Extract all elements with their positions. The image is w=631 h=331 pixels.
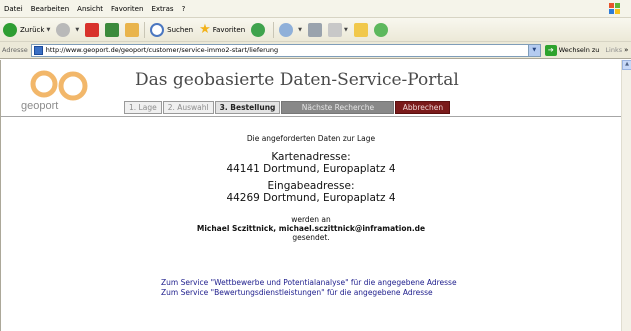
home-icon bbox=[125, 22, 140, 37]
refresh-icon bbox=[105, 22, 120, 37]
chevron-down-icon[interactable]: ▼ bbox=[298, 27, 302, 33]
scrollbar[interactable]: ▲ bbox=[621, 60, 631, 331]
messenger-button[interactable] bbox=[371, 19, 394, 41]
search-label: Suchen bbox=[167, 25, 194, 34]
stop-icon bbox=[85, 22, 100, 37]
menu-ansicht[interactable]: Ansicht bbox=[73, 5, 107, 13]
address-input[interactable]: http://www.geoport.de/geoport/customer/s… bbox=[30, 43, 541, 57]
geoport-logo[interactable]: geoport bbox=[17, 66, 107, 116]
mail-icon bbox=[279, 22, 294, 37]
messenger-icon bbox=[373, 22, 388, 37]
chevron-right-icon[interactable]: » bbox=[624, 46, 628, 54]
toolbar: Zurück ▼ ▼ Suchen ★ Favoriten ▼ ▼ bbox=[0, 18, 631, 42]
go-button[interactable]: ➔ Wechseln zu bbox=[544, 44, 600, 56]
browser-window: Datei Bearbeiten Ansicht Favoriten Extra… bbox=[0, 0, 631, 331]
home-button[interactable] bbox=[122, 19, 142, 41]
address-url[interactable]: http://www.geoport.de/geoport/customer/s… bbox=[46, 46, 278, 54]
address-bar: Adresse http://www.geoport.de/geoport/cu… bbox=[0, 42, 631, 59]
folder-icon bbox=[353, 22, 368, 37]
links-button[interactable]: Links bbox=[605, 46, 622, 54]
go-label: Wechseln zu bbox=[558, 46, 600, 54]
divider bbox=[144, 21, 146, 38]
refresh-button[interactable] bbox=[102, 19, 122, 41]
address-label: Adresse bbox=[2, 46, 28, 54]
back-label: Zurück bbox=[20, 25, 45, 34]
search-icon bbox=[150, 22, 165, 37]
folder-button[interactable] bbox=[351, 19, 371, 41]
go-arrow-icon: ➔ bbox=[544, 44, 557, 56]
next-search-button[interactable]: Nächste Recherche bbox=[281, 101, 395, 114]
input-address-label: Eingabeadresse: bbox=[267, 180, 355, 192]
page-title: Das geobasierte Daten-Service-Portal bbox=[135, 70, 459, 90]
mail-button[interactable]: ▼ bbox=[276, 19, 305, 41]
favorites-label: Favoriten bbox=[212, 25, 246, 34]
intro-text: Die angeforderten Daten zur Lage bbox=[246, 134, 376, 143]
back-button[interactable]: Zurück ▼ bbox=[0, 19, 53, 41]
star-icon: ★ bbox=[199, 22, 211, 37]
print-button[interactable] bbox=[305, 19, 325, 41]
cancel-button[interactable]: Abbrechen bbox=[395, 101, 451, 114]
page-content: geoport Das geobasierte Daten-Service-Po… bbox=[0, 60, 621, 331]
menu-favoriten[interactable]: Favoriten bbox=[107, 5, 147, 13]
recipient: Michael Sczittnick, michael.sczittnick@i… bbox=[196, 224, 426, 233]
divider bbox=[273, 21, 275, 38]
page-icon bbox=[33, 45, 43, 55]
input-address-value: 44269 Dortmund, Europaplatz 4 bbox=[226, 192, 396, 204]
windows-logo-icon bbox=[609, 3, 620, 14]
sent-text: gesendet. bbox=[292, 233, 330, 242]
favorites-button[interactable]: ★ Favoriten bbox=[196, 19, 248, 41]
edit-icon bbox=[328, 22, 343, 37]
menu-bearbeiten[interactable]: Bearbeiten bbox=[27, 5, 73, 13]
menu-extras[interactable]: Extras bbox=[147, 5, 177, 13]
history-icon bbox=[251, 22, 266, 37]
forward-arrow-icon bbox=[56, 22, 71, 37]
back-arrow-icon bbox=[3, 22, 17, 37]
menu-help[interactable]: ? bbox=[178, 5, 190, 13]
chevron-up-icon[interactable]: ▲ bbox=[622, 60, 631, 70]
map-address-label: Kartenadresse: bbox=[271, 151, 351, 163]
history-button[interactable] bbox=[248, 19, 271, 41]
chevron-down-icon[interactable]: ▼ bbox=[344, 27, 348, 33]
sent-to-text: werden an bbox=[291, 215, 331, 224]
chevron-down-icon[interactable]: ▼ bbox=[46, 27, 50, 33]
forward-button[interactable]: ▼ bbox=[53, 19, 82, 41]
menu-bar: Datei Bearbeiten Ansicht Favoriten Extra… bbox=[0, 0, 631, 18]
logo-text: geoport bbox=[21, 100, 58, 112]
chevron-down-icon[interactable]: ▼ bbox=[75, 27, 79, 33]
edit-button[interactable]: ▼ bbox=[325, 19, 351, 41]
divider bbox=[1, 116, 621, 117]
menu-datei[interactable]: Datei bbox=[0, 5, 27, 13]
service-link-bewertung[interactable]: Zum Service "Bewertungsdienstleistungen"… bbox=[161, 288, 457, 298]
tab-lage[interactable]: 1. Lage bbox=[124, 101, 162, 114]
print-icon bbox=[308, 22, 323, 37]
tab-bestellung[interactable]: 3. Bestellung bbox=[214, 101, 281, 114]
stop-button[interactable] bbox=[82, 19, 102, 41]
step-tabs: 1. Lage 2. Auswahl 3. Bestellung Nächste… bbox=[124, 101, 451, 114]
delivery-confirmation: Die angeforderten Daten zur Lage Kartena… bbox=[1, 134, 621, 242]
chevron-down-icon[interactable]: ▼ bbox=[527, 44, 540, 56]
map-address-value: 44141 Dortmund, Europaplatz 4 bbox=[226, 163, 396, 175]
service-links: Zum Service "Wettbewerbe und Potentialan… bbox=[161, 278, 457, 298]
tab-auswahl[interactable]: 2. Auswahl bbox=[162, 101, 214, 114]
search-button[interactable]: Suchen bbox=[147, 19, 196, 41]
service-link-wettbewerbe[interactable]: Zum Service "Wettbewerbe und Potentialan… bbox=[161, 278, 457, 288]
